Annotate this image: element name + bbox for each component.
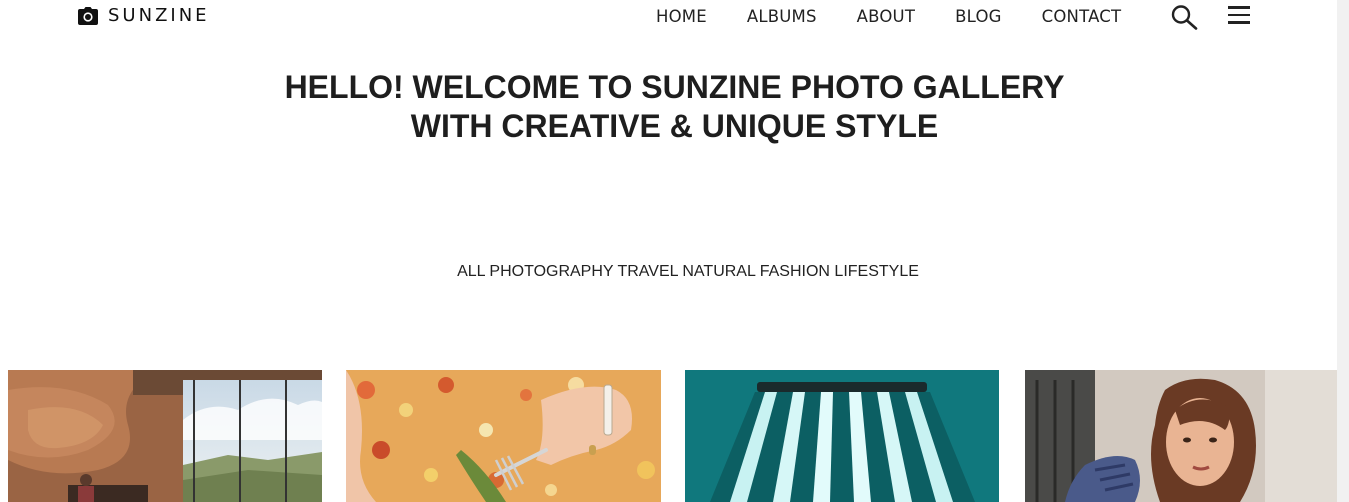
site-header: SUNZINE HOME ALBUMS ABOUT BLOG CONTACT: [0, 0, 1349, 36]
camera-icon: [78, 6, 98, 25]
nav-contact[interactable]: CONTACT: [1022, 0, 1142, 33]
filter-lifestyle[interactable]: LIFESTYLE: [834, 263, 918, 280]
filter-photography[interactable]: PHOTOGRAPHY: [489, 263, 613, 280]
hero-title-line1: HELLO! WELCOME TO SUNZINE PHOTO GALLERY: [284, 69, 1065, 105]
gallery-photo-canyon-lounge[interactable]: [8, 370, 322, 502]
photo-gallery: [0, 370, 1349, 502]
brand-name: SUNZINE: [108, 5, 210, 26]
nav-albums[interactable]: ALBUMS: [727, 0, 837, 33]
filter-fashion[interactable]: FASHION: [760, 263, 830, 280]
hero-title: HELLO! WELCOME TO SUNZINE PHOTO GALLERY …: [0, 68, 1349, 146]
filter-travel[interactable]: TRAVEL: [617, 263, 677, 280]
main-nav: HOME ALBUMS ABOUT BLOG CONTACT: [636, 0, 1141, 33]
fork-dining-image: [346, 370, 661, 502]
filter-all[interactable]: ALL: [457, 263, 485, 280]
gallery-photo-teal-light-stripes[interactable]: [685, 370, 999, 502]
hero-title-line2: WITH CREATIVE & UNIQUE STYLE: [410, 108, 939, 144]
page-scrollbar[interactable]: [1337, 0, 1349, 502]
nav-about[interactable]: ABOUT: [837, 0, 935, 33]
gallery-photo-fork-dining[interactable]: [346, 370, 661, 502]
canyon-lounge-image: [8, 370, 322, 502]
hamburger-menu-icon[interactable]: [1228, 6, 1250, 26]
brand-logo[interactable]: SUNZINE: [78, 5, 210, 26]
woman-portrait-image: [1025, 370, 1337, 502]
nav-blog[interactable]: BLOG: [935, 0, 1022, 33]
search-icon: [1171, 5, 1198, 30]
search-button[interactable]: [1170, 4, 1200, 30]
filter-natural[interactable]: NATURAL: [682, 263, 755, 280]
nav-home[interactable]: HOME: [636, 0, 727, 33]
gallery-photo-woman-portrait[interactable]: [1025, 370, 1337, 502]
teal-light-stripes-image: [685, 370, 999, 502]
gallery-filter-bar: ALL PHOTOGRAPHY TRAVEL NATURAL FASHION L…: [0, 263, 1349, 281]
